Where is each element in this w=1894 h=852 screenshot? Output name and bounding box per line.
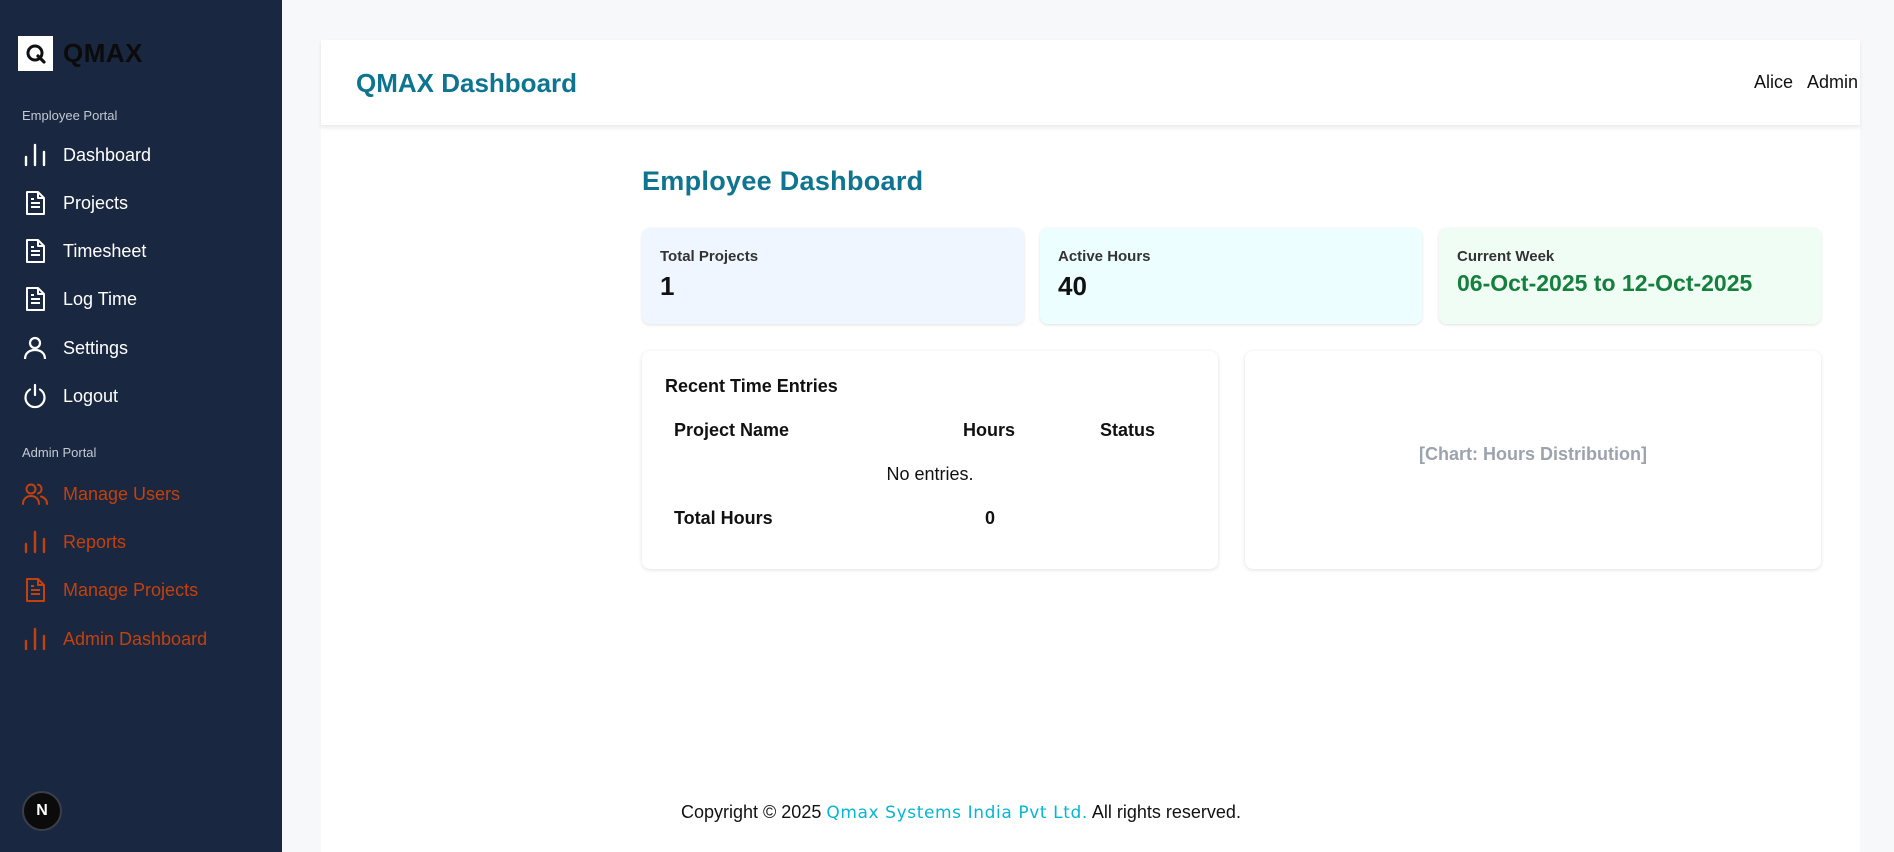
sidebar-item-admin-dashboard[interactable]: Admin Dashboard: [22, 626, 207, 652]
users-icon: [22, 481, 48, 507]
sidebar-item-label: Admin Dashboard: [63, 629, 208, 649]
sidebar-item-label: Settings: [63, 338, 129, 358]
total-hours-label: Total Hours: [674, 508, 773, 528]
footer-rights: All rights reserved.: [1091, 802, 1241, 822]
sidebar-item-label: Manage Projects: [63, 580, 199, 600]
total-hours-value: 0: [985, 508, 996, 528]
column-header-status: Status: [1100, 420, 1156, 440]
stat-label: Active Hours: [1058, 248, 1151, 265]
sidebar-item-label: Reports: [63, 532, 127, 552]
top-header: QMAX Dashboard Alice Admin: [321, 40, 1860, 126]
sidebar-item-log-time[interactable]: Log Time: [22, 286, 137, 312]
user-role: Admin: [1806, 72, 1858, 92]
brand-logo-icon: [18, 36, 53, 71]
stat-value: 1: [660, 271, 675, 301]
chart-placeholder: [Chart: Hours Distribution]: [1419, 444, 1647, 464]
bar-chart-icon: [22, 626, 48, 652]
document-icon: [22, 577, 48, 603]
hours-distribution-chart-panel: [Chart: Hours Distribution]: [1245, 351, 1821, 569]
sidebar-item-manage-users[interactable]: Manage Users: [22, 481, 180, 507]
column-header-hours: Hours: [963, 420, 1016, 440]
document-icon: [22, 190, 48, 216]
admin-portal-label: Admin Portal: [22, 445, 97, 460]
sidebar-item-projects[interactable]: Projects: [22, 190, 128, 216]
bar-chart-icon: [22, 142, 48, 168]
sidebar-item-label: Logout: [63, 386, 119, 406]
sidebar-item-label: Timesheet: [63, 241, 147, 261]
power-icon: [22, 383, 48, 409]
sidebar: QMAX Employee Portal Dashboard Projects …: [0, 0, 282, 852]
sidebar-item-label: Manage Users: [63, 484, 181, 504]
sidebar-item-manage-projects[interactable]: Manage Projects: [22, 577, 198, 603]
stat-value: 06-Oct-2025 to 12-Oct-2025: [1457, 270, 1753, 296]
sidebar-item-reports[interactable]: Reports: [22, 529, 126, 555]
stat-card-total-projects: Total Projects 1: [642, 228, 1024, 324]
footer-company-link[interactable]: Qmax Systems India Pvt Ltd.: [826, 803, 1088, 823]
sidebar-item-dashboard[interactable]: Dashboard: [22, 142, 151, 168]
sidebar-item-label: Log Time: [63, 289, 138, 309]
sidebar-item-timesheet[interactable]: Timesheet: [22, 238, 146, 264]
document-icon: [22, 286, 48, 312]
document-icon: [22, 238, 48, 264]
empty-state-text: No entries.: [886, 464, 974, 484]
footer-copyright: Copyright © 2025: [681, 802, 822, 822]
user-icon: [22, 335, 48, 361]
brand-name: QMAX: [63, 38, 143, 68]
stat-value: 40: [1058, 271, 1087, 301]
stat-label: Current Week: [1457, 248, 1555, 265]
stat-card-active-hours: Active Hours 40: [1040, 228, 1422, 324]
brand[interactable]: QMAX: [18, 36, 143, 71]
recent-time-entries-panel: Recent Time Entries Project Name Hours S…: [642, 351, 1218, 569]
panel-title: Recent Time Entries: [665, 376, 838, 396]
user-name: Alice: [1753, 72, 1793, 92]
employee-portal-label: Employee Portal: [22, 108, 118, 123]
stat-card-current-week: Current Week 06-Oct-2025 to 12-Oct-2025: [1439, 228, 1821, 324]
sidebar-item-label: Projects: [63, 193, 129, 213]
bar-chart-icon: [22, 529, 48, 555]
user-menu[interactable]: Alice Admin: [1754, 72, 1858, 93]
page-title: QMAX Dashboard: [356, 68, 578, 98]
main-content: QMAX Dashboard Alice Admin Employee Dash…: [321, 40, 1860, 852]
stat-label: Total Projects: [660, 248, 759, 265]
footer: Copyright © 2025 Qmax Systems India Pvt …: [0, 802, 1894, 823]
sidebar-item-settings[interactable]: Settings: [22, 335, 128, 361]
sidebar-item-label: Dashboard: [63, 145, 152, 165]
sidebar-item-logout[interactable]: Logout: [22, 383, 118, 409]
dashboard-title: Employee Dashboard: [642, 166, 924, 196]
column-header-project-name: Project Name: [674, 420, 790, 440]
